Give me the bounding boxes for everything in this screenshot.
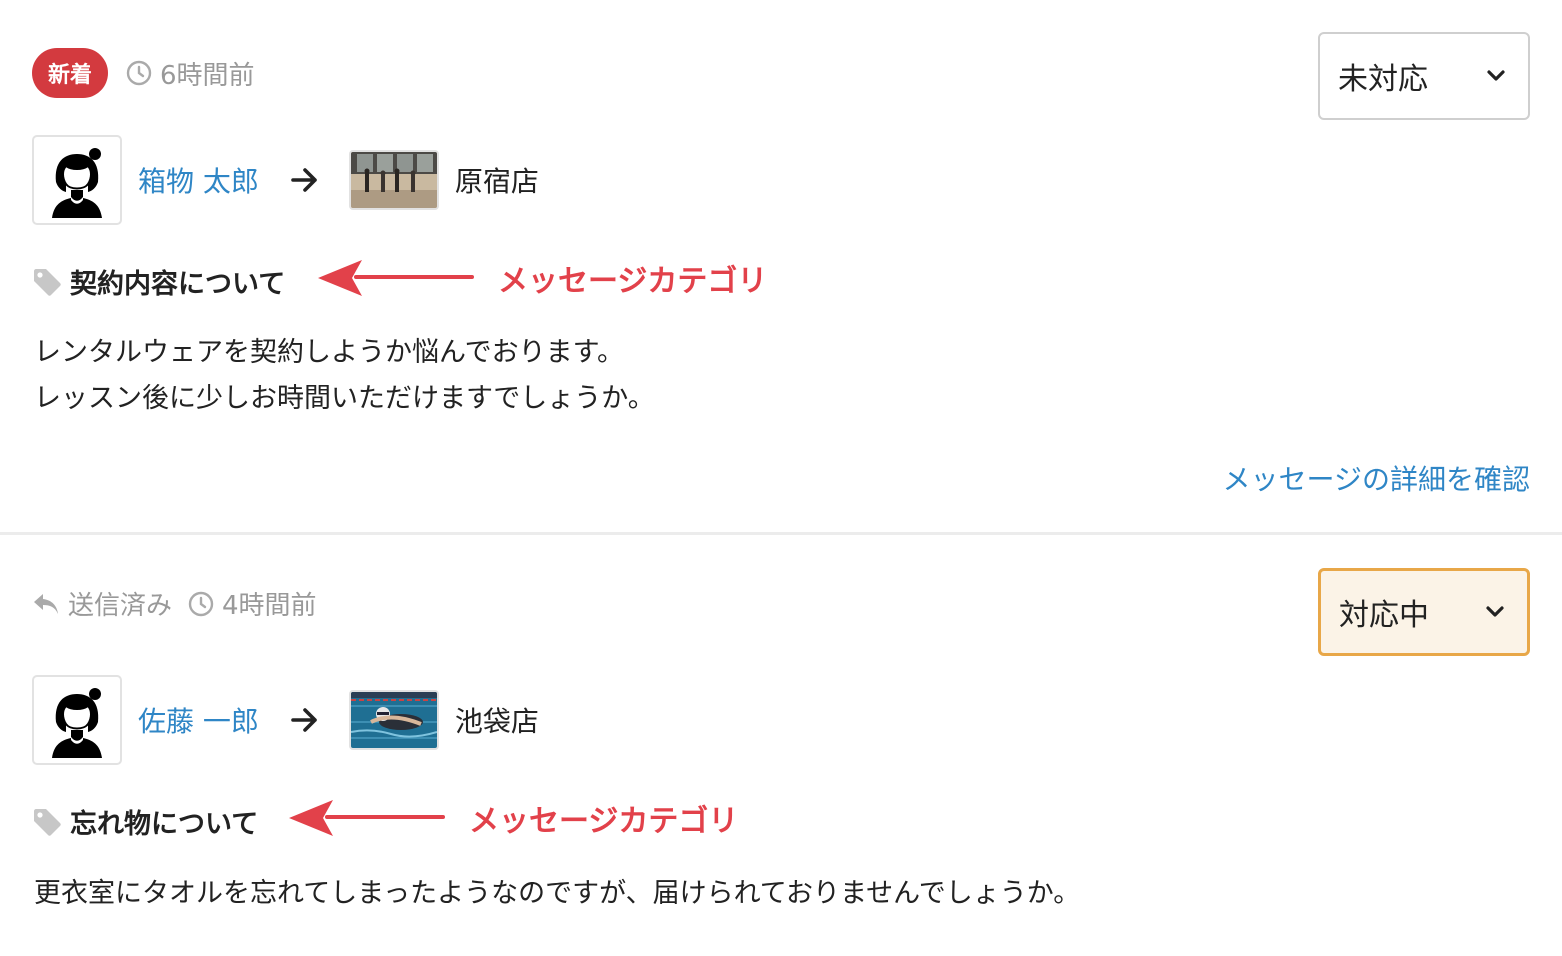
- arrow-right-icon: [291, 167, 319, 193]
- message-detail-link[interactable]: メッセージの詳細を確認: [1223, 458, 1530, 498]
- message-body: レンタルウェアを契約しようか悩んでおります。 レッスン後に少しお時間いただけます…: [34, 330, 655, 422]
- category-annotation: メッセージカテゴリ: [316, 256, 767, 300]
- message-route: 佐藤 一郎 池袋店: [32, 675, 539, 765]
- tag-icon: [34, 268, 61, 296]
- message-card: 送信済み 4時間前 対応中 佐藤 一郎 池袋店 忘れ物について メッセージカテゴ…: [0, 535, 1562, 956]
- time-ago: 4時間前: [222, 591, 317, 621]
- category-label: 忘れ物について: [70, 809, 259, 840]
- store-name: 池袋店: [454, 705, 539, 738]
- message-meta: 新着 6時間前: [32, 48, 271, 98]
- user-name-link[interactable]: 箱物 太郎: [138, 160, 259, 200]
- sent-status: 送信済み: [32, 585, 172, 622]
- user-name-link[interactable]: 佐藤 一郎: [138, 700, 259, 740]
- annotation-arrow-icon: [289, 800, 445, 836]
- status-value: 対応中: [1339, 598, 1429, 633]
- tag-icon: [34, 808, 61, 836]
- chevron-down-icon: [1486, 606, 1504, 617]
- message-body: 更衣室にタオルを忘れてしまったようなのですが、届けられておりませんでしょうか。: [34, 871, 1080, 917]
- message-category: 忘れ物について: [32, 802, 258, 841]
- message-meta: 送信済み 4時間前: [32, 585, 333, 622]
- annotation-label: メッセージカテゴリ: [498, 264, 768, 299]
- category-label: 契約内容について: [70, 269, 286, 300]
- timestamp: 4時間前: [188, 585, 317, 622]
- user-avatar: [32, 675, 122, 765]
- category-annotation: メッセージカテゴリ: [287, 796, 738, 840]
- message-body-line: 更衣室にタオルを忘れてしまったようなのですが、届けられておりませんでしょうか。: [34, 878, 1081, 909]
- message-route: 箱物 太郎 原宿店: [32, 135, 539, 225]
- user-avatar-icon: [52, 148, 102, 218]
- status-select[interactable]: 対応中: [1318, 568, 1530, 656]
- message-category: 契約内容について: [32, 262, 285, 301]
- user-avatar: [32, 135, 122, 225]
- time-ago: 6時間前: [160, 60, 255, 91]
- clock-icon: [126, 60, 152, 86]
- store-thumbnail: [348, 150, 439, 210]
- chevron-down-icon: [1487, 70, 1505, 81]
- message-body-line: レッスン後に少しお時間いただけますでしょうか。: [34, 383, 655, 414]
- arrow-right-icon: [291, 707, 319, 733]
- annotation-arrow-icon: [318, 260, 474, 296]
- sent-label: 送信済み: [68, 591, 173, 621]
- annotation-label: メッセージカテゴリ: [469, 804, 739, 839]
- new-badge: 新着: [32, 48, 109, 98]
- message-card: 新着 6時間前 未対応 箱物 太郎 原宿店 契約内容について メッセージカテゴリ…: [0, 0, 1562, 532]
- reply-icon: [34, 593, 58, 614]
- user-avatar-icon: [52, 688, 102, 758]
- message-body-line: レンタルウェアを契約しようか悩んでおります。: [34, 337, 624, 368]
- clock-icon: [188, 591, 214, 616]
- store-name: 原宿店: [454, 165, 539, 198]
- store-thumbnail: [348, 690, 439, 750]
- status-value: 未対応: [1338, 62, 1428, 97]
- timestamp: 6時間前: [126, 55, 255, 92]
- status-select[interactable]: 未対応: [1318, 32, 1530, 120]
